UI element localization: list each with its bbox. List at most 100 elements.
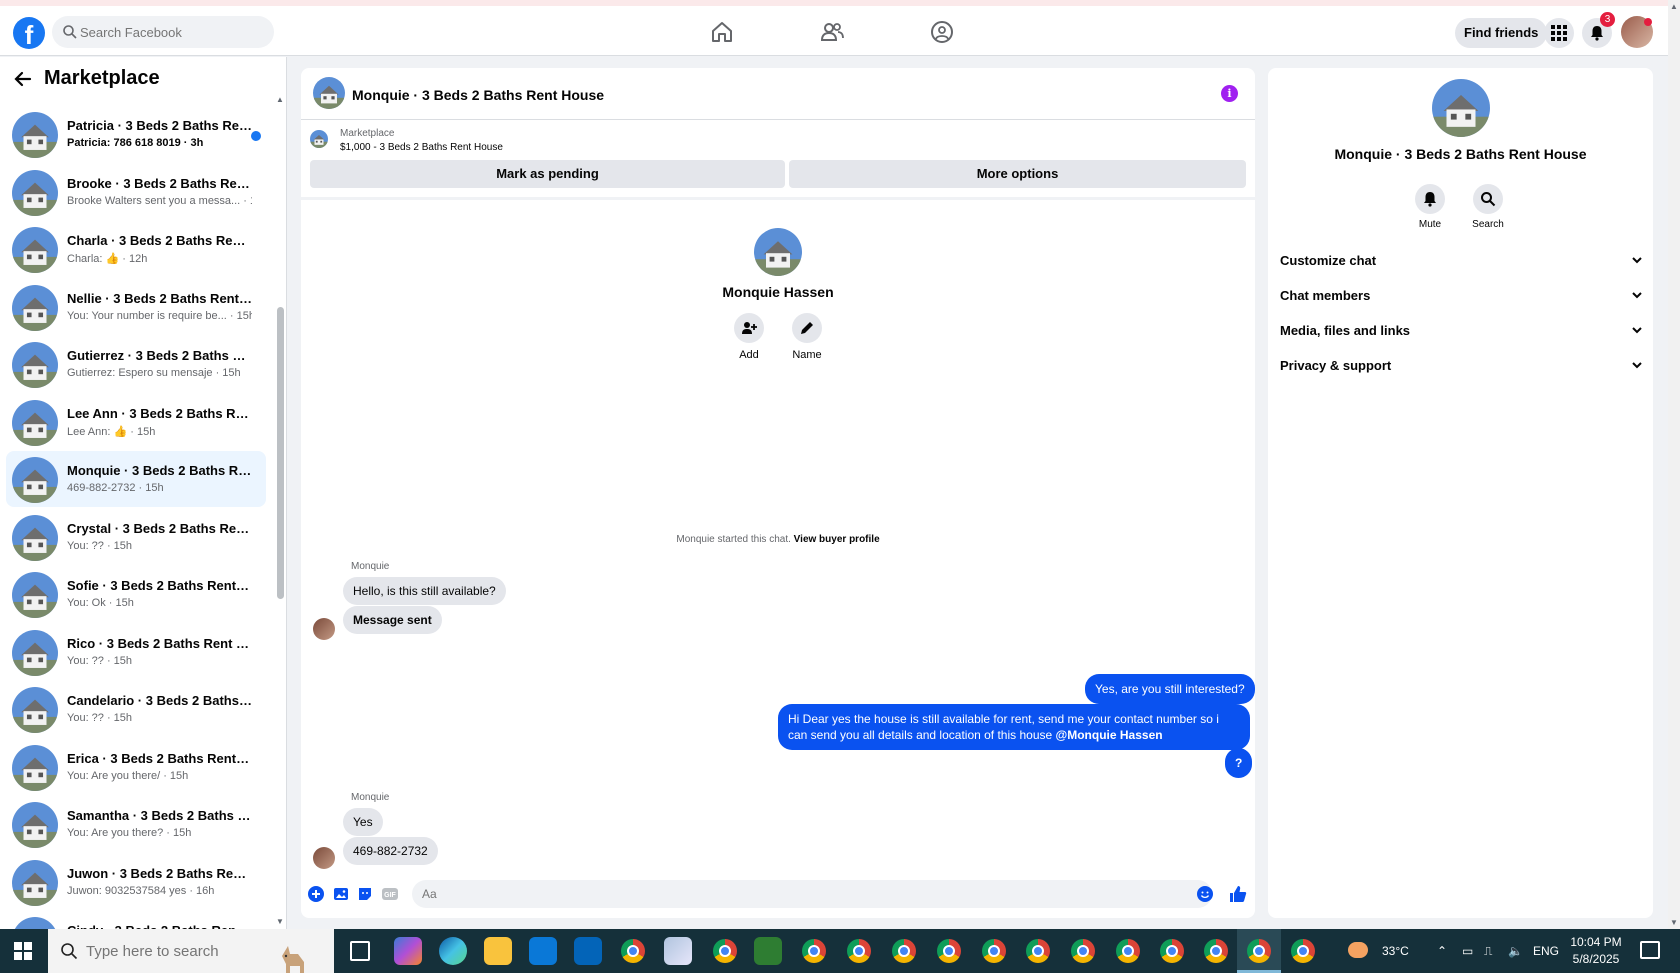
info-avatar[interactable]	[1432, 79, 1490, 137]
groups-icon[interactable]	[929, 19, 955, 45]
conversation-item[interactable]: Gutierrez · 3 Beds 2 Baths Rent ... Gutie…	[6, 336, 266, 392]
conversation-item[interactable]: Erica · 3 Beds 2 Baths Rent H... You: Are…	[6, 739, 266, 795]
taskbar-clock[interactable]: 10:04 PM 5/8/2025	[1556, 934, 1636, 968]
info-section-row[interactable]: Privacy & support	[1280, 351, 1642, 381]
notification-center-icon[interactable]	[1640, 941, 1660, 959]
store-icon[interactable]	[529, 937, 557, 965]
meet-icon[interactable]: ▭	[1462, 929, 1473, 973]
copilot-icon[interactable]	[394, 937, 422, 965]
friends-icon[interactable]	[819, 19, 845, 45]
conversation-name: Candelario · 3 Beds 2 Baths R...	[67, 693, 252, 708]
info-section-row[interactable]: Media, files and links	[1280, 316, 1642, 346]
conversation-item[interactable]: Patricia · 3 Beds 2 Baths Rent ... Patric…	[6, 106, 266, 162]
scroll-up-arrow[interactable]: ▲	[275, 95, 285, 104]
info-section-row[interactable]: Chat members	[1280, 281, 1642, 311]
windows-start-icon[interactable]	[14, 942, 32, 960]
weather-icon[interactable]	[1348, 942, 1368, 958]
app-icon[interactable]	[664, 937, 692, 965]
chrome-active-icon[interactable]	[1247, 939, 1271, 963]
weather-temp[interactable]: 33°C	[1382, 929, 1409, 973]
chrome-icon[interactable]	[1291, 939, 1315, 963]
volume-icon[interactable]: 🔈	[1508, 929, 1523, 973]
conversation-preview: Juwon: 9032537584 yes · 16h	[67, 884, 215, 897]
conversation-item[interactable]: Brooke · 3 Beds 2 Baths Rent H... Brooke …	[6, 164, 266, 220]
sticker-icon[interactable]	[357, 886, 373, 902]
view-buyer-profile-link[interactable]: View buyer profile	[794, 534, 880, 545]
conversation-item[interactable]: Samantha · 3 Beds 2 Baths Rent... You: Ar…	[6, 796, 266, 852]
scroll-down-arrow[interactable]: ▼	[275, 917, 285, 926]
incoming-message[interactable]: Hello, is this still available?	[343, 577, 506, 605]
outgoing-message[interactable]: ?	[1225, 748, 1253, 778]
home-icon[interactable]	[709, 19, 735, 45]
info-icon[interactable]: i	[1221, 85, 1238, 102]
conversation-preview: You: ?? · 15h	[67, 539, 133, 552]
conversation-item[interactable]: Nellie · 3 Beds 2 Baths Rent H... You: Yo…	[6, 279, 266, 335]
conversation-item[interactable]: Lee Ann · 3 Beds 2 Baths Rent H... Lee An…	[6, 394, 266, 450]
facebook-search[interactable]	[52, 16, 274, 48]
photo-icon[interactable]	[333, 886, 349, 902]
plus-circle-icon[interactable]	[308, 886, 324, 902]
back-arrow-icon[interactable]	[14, 71, 32, 87]
sender-avatar[interactable]	[313, 618, 335, 640]
incoming-message[interactable]: 469-882-2732	[343, 837, 438, 865]
search-input[interactable]	[80, 16, 266, 48]
task-view-icon[interactable]	[350, 941, 370, 961]
search-chat-button[interactable]	[1473, 184, 1503, 214]
chrome-icon[interactable]	[1116, 939, 1140, 963]
incoming-message[interactable]: Yes	[343, 808, 383, 836]
outlook-icon[interactable]	[574, 937, 602, 965]
page-scroll-down[interactable]: ▼	[1668, 918, 1680, 927]
info-section-row[interactable]: Customize chat	[1280, 246, 1642, 276]
chat-title[interactable]: Monquie · 3 Beds 2 Baths Rent House	[352, 87, 604, 103]
outgoing-message[interactable]: Hi Dear yes the house is still available…	[778, 704, 1250, 750]
chat-profile-avatar[interactable]	[754, 228, 802, 276]
conversation-item[interactable]: Sofie · 3 Beds 2 Baths Rent H... You: Ok …	[6, 566, 266, 622]
menu-button[interactable]	[1544, 18, 1574, 48]
sender-avatar[interactable]	[313, 847, 335, 869]
sidebar-scrollbar[interactable]	[277, 307, 284, 599]
facebook-logo[interactable]: f	[13, 17, 45, 49]
chrome-icon[interactable]	[847, 939, 871, 963]
chat-avatar[interactable]	[313, 77, 345, 109]
taskbar-search[interactable]	[48, 929, 334, 973]
edit-name-button[interactable]	[792, 313, 822, 343]
incoming-message[interactable]: Message sent	[343, 606, 442, 634]
chrome-profile-icon[interactable]	[713, 939, 737, 963]
conversation-item[interactable]: Monquie · 3 Beds 2 Baths Rent ... 469-882…	[6, 451, 266, 507]
find-friends-button[interactable]: Find friends	[1455, 18, 1548, 48]
chrome-icon[interactable]	[937, 939, 961, 963]
emoji-icon[interactable]	[1197, 886, 1213, 902]
more-options-button[interactable]: More options	[789, 160, 1246, 188]
chrome-icon[interactable]	[621, 939, 645, 963]
spreadsheet-icon[interactable]	[754, 937, 782, 965]
conversation-item[interactable]: Juwon · 3 Beds 2 Baths Rent Ho... Juwon: …	[6, 854, 266, 910]
conversation-item[interactable]: Crystal · 3 Beds 2 Baths Rent Ho... You: …	[6, 509, 266, 565]
mark-pending-button[interactable]: Mark as pending	[310, 160, 785, 188]
chevron-down-icon	[1632, 362, 1642, 369]
chrome-icon[interactable]	[1071, 939, 1095, 963]
conversation-item[interactable]: Charla · 3 Beds 2 Baths Rent Ho... Charla…	[6, 221, 266, 277]
gif-icon[interactable]: GIF	[382, 886, 398, 902]
page-scroll-up[interactable]: ▲	[1668, 2, 1680, 11]
add-people-button[interactable]	[734, 313, 764, 343]
edge-icon[interactable]	[439, 937, 467, 965]
chrome-icon[interactable]	[982, 939, 1006, 963]
page-scrollbar[interactable]	[1668, 0, 1680, 929]
mention-tag[interactable]: @Monquie Hassen	[1056, 728, 1163, 742]
mute-button[interactable]	[1415, 184, 1445, 214]
outgoing-message[interactable]: Yes, are you still interested?	[1085, 674, 1255, 704]
conversation-item[interactable]: Cindy · 3 Beds 2 Baths Rent H...	[6, 911, 266, 929]
network-icon[interactable]: ⎍	[1484, 929, 1492, 973]
chrome-icon[interactable]	[802, 939, 826, 963]
like-thumb-icon[interactable]	[1229, 885, 1247, 903]
chrome-icon[interactable]	[1204, 939, 1228, 963]
chrome-icon[interactable]	[1160, 939, 1184, 963]
file-explorer-icon[interactable]	[484, 937, 512, 965]
conversation-item[interactable]: Candelario · 3 Beds 2 Baths R... You: ?? …	[6, 681, 266, 737]
tray-chevron-icon[interactable]: ⌃	[1437, 929, 1447, 973]
chrome-icon[interactable]	[892, 939, 916, 963]
notification-badge: 3	[1600, 12, 1615, 27]
conversation-item[interactable]: Rico · 3 Beds 2 Baths Rent House You: ?? …	[6, 624, 266, 680]
message-input[interactable]	[412, 880, 1212, 908]
chrome-icon[interactable]	[1026, 939, 1050, 963]
